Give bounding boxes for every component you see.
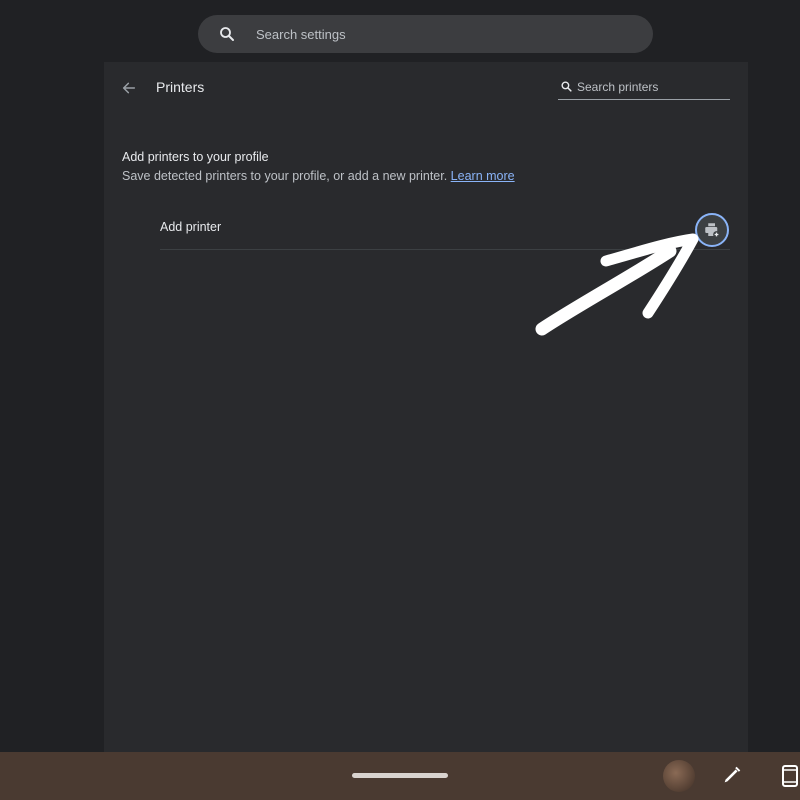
settings-search-box[interactable] (198, 15, 653, 53)
stylus-button[interactable] (721, 764, 743, 786)
back-button[interactable] (118, 77, 140, 99)
avatar[interactable] (663, 760, 695, 792)
search-icon (561, 81, 572, 92)
printers-panel: Printers Add printers to your profile Sa… (104, 62, 748, 752)
search-icon (220, 27, 234, 41)
top-bar (0, 0, 800, 62)
arrow-annotation (535, 233, 699, 336)
system-shelf (0, 752, 800, 800)
section-description-text: Save detected printers to your profile, … (122, 169, 448, 183)
learn-more-link[interactable]: Learn more (451, 169, 515, 183)
printer-search-box[interactable] (558, 76, 730, 100)
section-heading: Add printers to your profile (122, 150, 269, 164)
printer-search-input[interactable] (577, 76, 727, 98)
add-printer-icon (705, 223, 720, 238)
section-description: Save detected printers to your profile, … (122, 169, 515, 183)
tablet-mode-icon (782, 765, 798, 787)
tablet-mode-button[interactable] (780, 764, 800, 788)
settings-search-input[interactable] (256, 15, 636, 53)
arrow-back-icon (122, 82, 136, 94)
stylus-icon (724, 766, 741, 783)
add-printer-label: Add printer (160, 220, 222, 234)
home-bar[interactable] (352, 773, 448, 778)
page-title: Printers (156, 79, 205, 95)
